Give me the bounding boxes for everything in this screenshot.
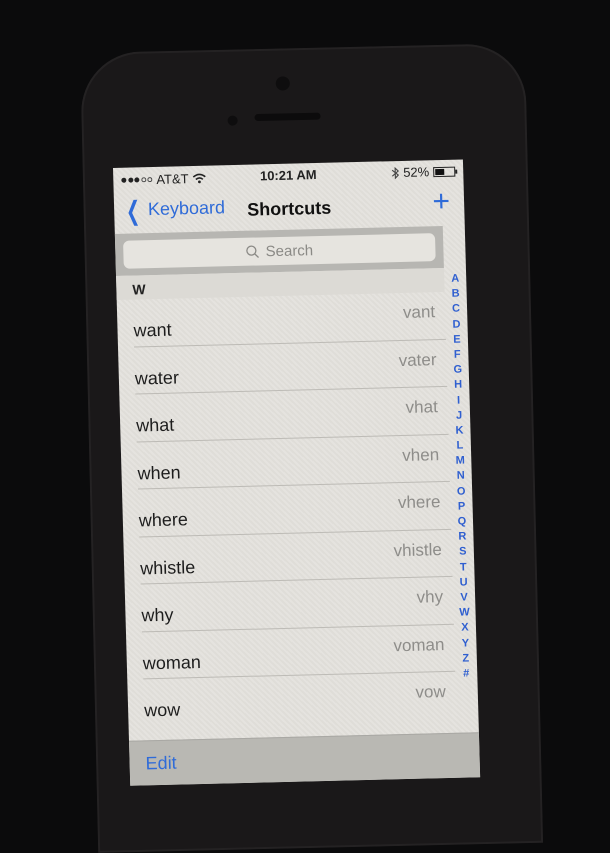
navigation-bar: ❮ Keyboard Shortcuts + bbox=[114, 181, 465, 234]
shortcut-phrase: woman bbox=[142, 651, 202, 673]
battery-percent: 52% bbox=[402, 164, 430, 180]
shortcut-text: vhat bbox=[405, 397, 439, 417]
battery-level-fill bbox=[435, 168, 445, 175]
index-letter[interactable]: S bbox=[459, 545, 467, 560]
shortcut-text: vater bbox=[398, 349, 437, 370]
shortcut-text: voman bbox=[393, 634, 445, 655]
index-letter[interactable]: B bbox=[451, 287, 459, 302]
index-letter[interactable]: N bbox=[457, 469, 465, 484]
bluetooth-icon bbox=[391, 166, 400, 179]
shortcuts-list: want vant water vater what vhat when vhen where v… bbox=[117, 292, 457, 727]
shortcut-phrase: why bbox=[141, 604, 174, 626]
shortcut-phrase: when bbox=[137, 461, 181, 483]
front-camera bbox=[275, 76, 290, 91]
index-letter[interactable]: Y bbox=[462, 636, 470, 651]
phone-screen: AT&T 10:21 AM 52% ❮ Keyboard Shortcuts + bbox=[113, 159, 481, 786]
index-letter[interactable]: K bbox=[455, 423, 463, 438]
back-button[interactable]: ❮ Keyboard bbox=[122, 194, 226, 226]
page-title: Shortcuts bbox=[246, 197, 332, 220]
shortcut-phrase: what bbox=[135, 414, 175, 436]
search-placeholder: Search bbox=[265, 241, 314, 260]
index-letter[interactable]: A bbox=[451, 272, 459, 287]
index-letter[interactable]: Z bbox=[462, 651, 469, 666]
index-letter[interactable]: M bbox=[456, 454, 466, 469]
index-letter[interactable]: U bbox=[460, 575, 468, 590]
shortcut-phrase: whistle bbox=[139, 556, 196, 578]
shortcut-text: vow bbox=[415, 682, 447, 702]
bottom-toolbar: Edit bbox=[128, 732, 481, 786]
shortcut-row[interactable]: what vhat bbox=[119, 387, 448, 442]
index-letter[interactable]: V bbox=[460, 590, 468, 605]
shortcut-row[interactable]: whistle vhistle bbox=[123, 529, 452, 584]
index-letter[interactable]: E bbox=[453, 332, 461, 347]
back-label: Keyboard bbox=[147, 197, 226, 220]
index-letter[interactable]: G bbox=[453, 363, 462, 378]
index-letter[interactable]: C bbox=[452, 302, 460, 317]
index-letter[interactable]: L bbox=[456, 439, 463, 454]
shortcut-phrase: wow bbox=[143, 699, 181, 721]
shortcut-phrase: where bbox=[138, 509, 189, 531]
index-letter[interactable]: I bbox=[457, 393, 460, 408]
search-icon bbox=[246, 245, 260, 258]
index-letter[interactable]: T bbox=[460, 560, 467, 575]
shortcut-text: vhen bbox=[401, 444, 440, 465]
shortcut-phrase: want bbox=[133, 319, 172, 341]
battery-icon bbox=[433, 166, 456, 177]
shortcut-text: vant bbox=[402, 302, 436, 322]
shortcut-row[interactable]: wow vow bbox=[127, 672, 456, 727]
search-input[interactable]: Search bbox=[123, 233, 436, 269]
add-shortcut-button[interactable]: + bbox=[432, 185, 450, 219]
shortcut-row[interactable]: woman voman bbox=[126, 624, 455, 679]
index-letter[interactable]: R bbox=[458, 530, 466, 545]
earpiece-speaker bbox=[254, 112, 321, 122]
shortcut-text: vhere bbox=[397, 492, 441, 513]
index-letter[interactable]: P bbox=[458, 499, 466, 514]
chevron-left-icon: ❮ bbox=[125, 194, 141, 226]
index-letter[interactable]: J bbox=[456, 408, 463, 423]
index-letter[interactable]: O bbox=[457, 484, 466, 499]
index-letter[interactable]: # bbox=[463, 666, 470, 681]
shortcut-row[interactable]: why vhy bbox=[125, 577, 454, 632]
shortcut-text: vhistle bbox=[393, 539, 443, 560]
index-letter[interactable]: W bbox=[459, 606, 470, 621]
index-letter[interactable]: H bbox=[454, 378, 462, 393]
edit-button[interactable]: Edit bbox=[145, 753, 177, 775]
proximity-sensor bbox=[227, 115, 238, 126]
shortcut-row[interactable]: want vant bbox=[117, 292, 446, 347]
shortcut-row[interactable]: when vhen bbox=[121, 434, 450, 489]
shortcut-phrase: water bbox=[134, 366, 180, 389]
index-letter[interactable]: D bbox=[452, 317, 460, 332]
index-letter[interactable]: F bbox=[454, 347, 461, 362]
shortcut-row[interactable]: water vater bbox=[118, 339, 447, 394]
shortcut-row[interactable]: where vhere bbox=[122, 482, 451, 537]
shortcut-text: vhy bbox=[416, 587, 444, 607]
index-letter[interactable]: X bbox=[461, 621, 469, 636]
index-letter[interactable]: Q bbox=[458, 514, 467, 529]
